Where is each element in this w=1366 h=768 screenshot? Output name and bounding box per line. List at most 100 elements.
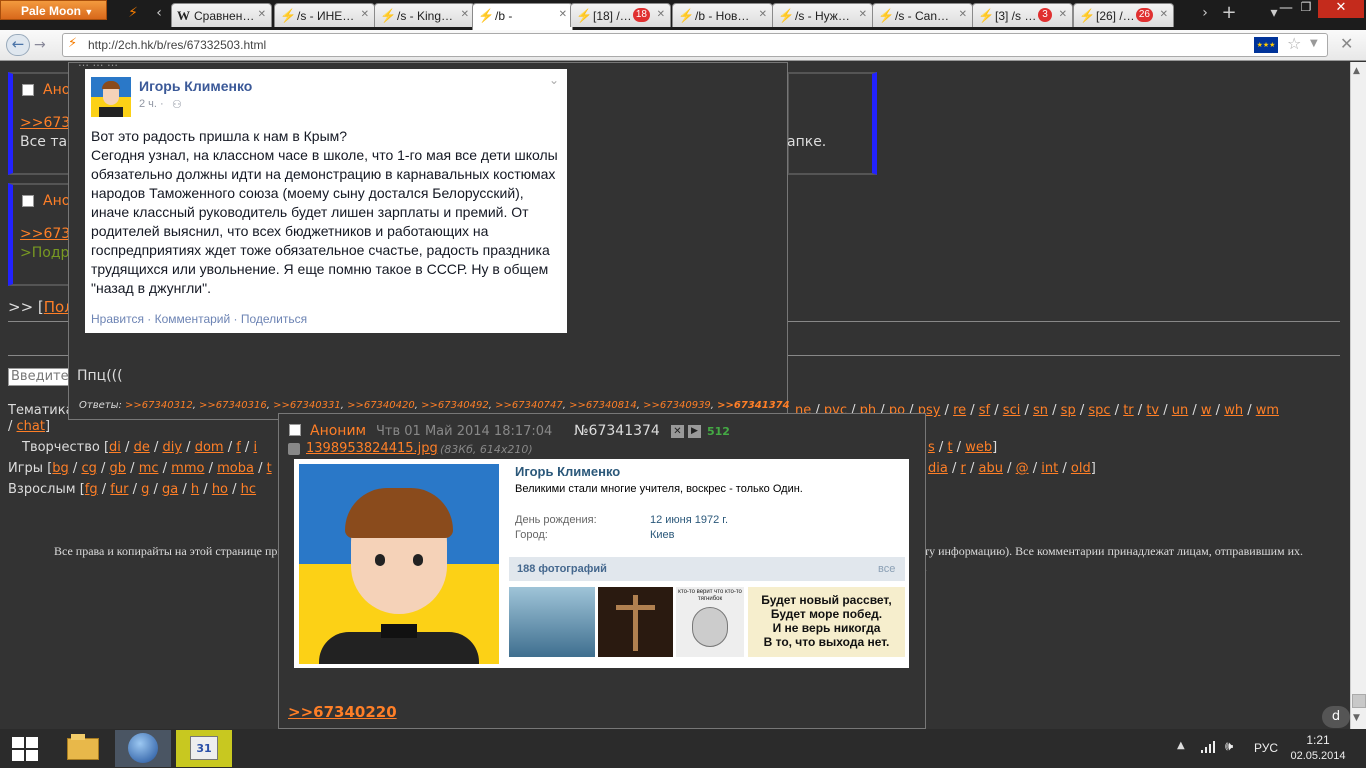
board-link[interactable]: i [253,440,257,455]
scroll-up-icon[interactable]: ▲ [1353,66,1360,76]
dropdown-icon[interactable]: ▼ [1310,38,1318,49]
file-link[interactable]: 1398953824415.jpg [306,441,438,456]
maximize-icon[interactable]: ❐ [1295,0,1317,18]
close-tab-icon[interactable]: ✕ [657,9,665,20]
url-text[interactable]: http://2ch.hk/b/res/67332503.html [88,38,266,52]
close-tab-icon[interactable]: ✕ [361,9,369,20]
eu-flag-icon[interactable]: ★★★ [1254,37,1278,53]
bookmark-star-icon[interactable]: ☆ [1287,34,1301,53]
board-link[interactable]: mmo [171,461,204,476]
board-link[interactable]: mc [139,461,159,476]
new-tab-icon[interactable]: + [1220,2,1238,23]
tab-scroll-right-icon[interactable]: › [1196,5,1214,23]
tab-6[interactable]: ⚡/b - Нов… ✕ [672,3,773,27]
post-reply-link[interactable]: >>673 [20,226,70,242]
tab-3[interactable]: ⚡/s - King… ✕ [374,3,475,27]
minimize-icon[interactable]: — [1275,0,1297,18]
tab-7[interactable]: ⚡/s - Нуж… ✕ [772,3,873,27]
play-icon[interactable]: ▶ [688,425,701,438]
page-scrollbar[interactable] [1350,62,1366,729]
signal-icon[interactable] [1201,741,1216,753]
explorer-button[interactable] [57,730,113,767]
board-link[interactable]: fg [85,482,98,497]
board-link[interactable]: sp [1061,403,1076,418]
board-link[interactable]: wh [1224,403,1243,418]
close-tab-icon[interactable]: ✕ [258,9,266,20]
search-input[interactable]: Введите [8,368,70,386]
back-button[interactable]: ← [6,34,30,56]
board-link[interactable]: abu [979,461,1003,476]
close-window-icon[interactable]: ✕ [1318,0,1364,18]
reply-ref-link[interactable]: >>67340492 [421,400,489,411]
input-language[interactable]: РУС [1254,741,1278,755]
reply-link[interactable]: >>67340220 [288,703,397,721]
new-tab-bolt[interactable]: ⚡ [124,5,142,23]
clock-date[interactable]: 02.05.2014 [1288,750,1348,762]
board-link[interactable]: un [1172,403,1188,418]
board-link[interactable]: dia [928,461,948,476]
reply-ref-link[interactable]: >>67340939 [643,400,711,411]
board-link[interactable]: ho [212,482,228,497]
board-link[interactable]: wm [1256,403,1279,418]
board-link[interactable]: sci [1003,403,1021,418]
forward-button[interactable]: → [34,37,46,53]
board-link[interactable]: diy [162,440,182,455]
tab-9[interactable]: ⚡ [3] /s … 3 ✕ [972,3,1073,27]
board-link[interactable]: gb [110,461,127,476]
board-link[interactable]: spc [1088,403,1110,418]
reply-ref-link[interactable]: >>67341374 [717,400,789,411]
start-windows-icon[interactable] [12,737,38,761]
media-player-button[interactable]: 31 [176,730,232,767]
board-link[interactable]: hc [241,482,256,497]
board-link[interactable]: re [953,403,966,418]
scroll-thumb[interactable] [1352,694,1366,708]
tab-1[interactable]: W Сравнен… ✕ [171,3,272,27]
scroll-down-icon[interactable]: ▼ [1353,713,1360,723]
board-link[interactable]: di [109,440,121,455]
close-tab-icon[interactable]: ✕ [859,9,867,20]
board-link[interactable]: @ [1016,461,1029,476]
board-link[interactable]: int [1041,461,1058,476]
app-menu-button[interactable]: Pale Moon ▼ [0,0,107,20]
board-link[interactable]: tv [1146,403,1159,418]
board-link[interactable]: w [1201,403,1212,418]
site-identity-icon[interactable]: ⚡ [68,36,77,51]
vk-profile-image[interactable]: Игорь Клименко Великими стали многие учи… [294,459,909,668]
board-link[interactable]: dom [195,440,224,455]
board-link[interactable]: r [961,461,966,476]
board-link[interactable]: old [1071,461,1091,476]
reply-ref-link[interactable]: >>67340316 [199,400,267,411]
board-link[interactable]: t [947,440,952,455]
board-link[interactable]: f [236,440,241,455]
tray-expand-icon[interactable]: ▲ [1177,740,1185,751]
board-link[interactable]: sf [979,403,990,418]
reply-ref-link[interactable]: >>67340420 [347,400,415,411]
close-tab-icon[interactable]: ✕ [461,9,469,20]
tab-10[interactable]: ⚡ [26] /… 26 ✕ [1073,3,1174,27]
board-link[interactable]: s [928,440,935,455]
board-link[interactable]: g [141,482,149,497]
tab-8[interactable]: ⚡/s - Can… ✕ [872,3,973,27]
board-link[interactable]: ga [162,482,178,497]
close-tab-icon[interactable]: ✕ [959,9,967,20]
board-link[interactable]: moba [217,461,254,476]
board-link[interactable]: de [134,440,150,455]
board-link[interactable]: web [965,440,992,455]
reply-ref-link[interactable]: >>67340747 [495,400,563,411]
board-link[interactable]: chat [17,419,45,434]
tab-5[interactable]: ⚡ [18] /… 18 ✕ [570,3,671,27]
post-checkbox[interactable] [22,195,34,207]
board-link[interactable]: t [267,461,272,476]
board-link[interactable]: h [191,482,199,497]
reply-ref-link[interactable]: >>67340331 [273,400,341,411]
board-link[interactable]: sn [1033,403,1048,418]
tab-scroll-left-icon[interactable]: ‹ [150,5,168,23]
board-link[interactable]: bg [52,461,69,476]
palemoon-button[interactable] [115,730,171,767]
board-link[interactable]: cg [81,461,96,476]
board-link[interactable]: fur [110,482,128,497]
post-checkbox[interactable] [22,84,34,96]
tab-4[interactable]: ⚡/b - ✕ [472,3,573,30]
reply-ref-link[interactable]: >>67340814 [569,400,637,411]
stop-icon[interactable]: ✕ [1340,34,1353,53]
